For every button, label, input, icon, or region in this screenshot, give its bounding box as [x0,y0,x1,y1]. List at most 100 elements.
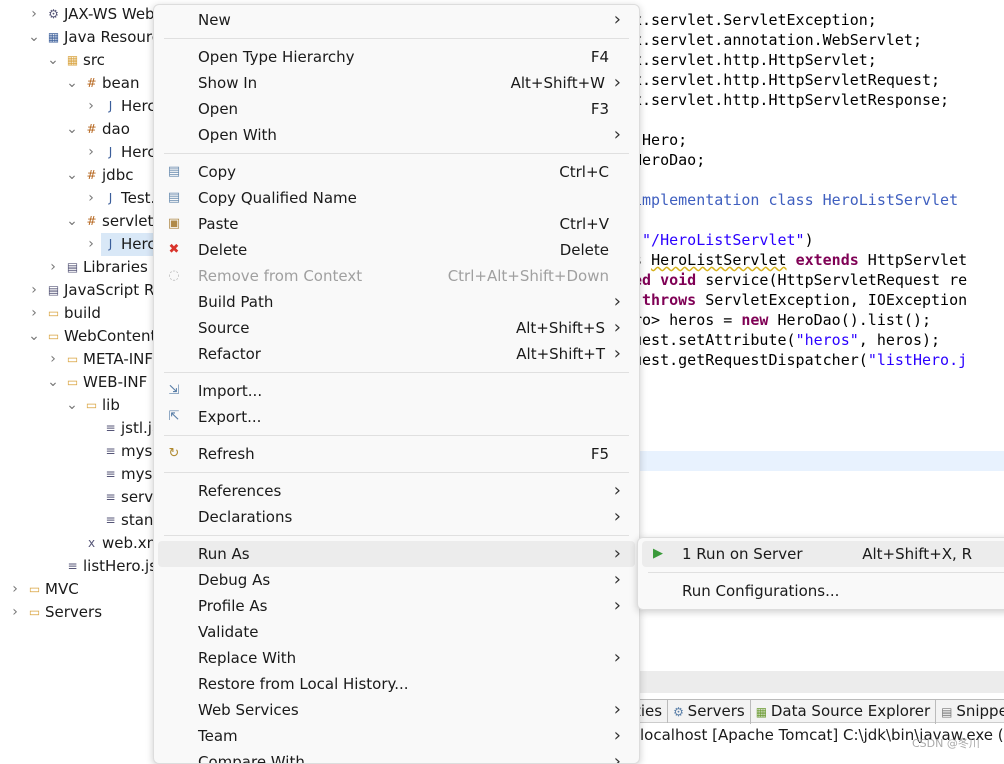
collapsed-arrow-icon[interactable]: › [85,95,97,118]
tree-item[interactable]: › ▭ build [31,302,160,325]
tree-item[interactable]: ⌄ # dao [66,118,160,141]
code-token: throws [642,291,697,309]
menu-item-declarations[interactable]: Declarations › [158,504,635,530]
collapsed-arrow-icon[interactable]: › [28,3,40,26]
collapsed-arrow-icon[interactable]: › [47,348,59,371]
refresh-icon: ↻ [168,446,180,461]
menu-item-profile-as[interactable]: Profile As › [158,593,635,619]
menu-item-refactor[interactable]: Refactor Alt+Shift+T › [158,341,635,367]
menu-item-copy[interactable]: ▤ Copy Ctrl+C [158,159,635,185]
tree-item-label: servl [121,488,158,506]
menu-item-show-in[interactable]: Show In Alt+Shift+W › [158,70,635,96]
tree-item-label: dao [102,120,130,138]
tree-item[interactable]: › ▭ Servers [12,601,160,624]
collapsed-arrow-icon[interactable]: › [85,233,97,256]
tree-item[interactable]: › ▤ Libraries [50,256,160,279]
menu-item-delete[interactable]: ✖ Delete Delete [158,237,635,263]
menu-item-copy-qualified-name[interactable]: ▤ Copy Qualified Name [158,185,635,211]
collapsed-arrow-icon[interactable]: › [28,279,40,302]
menu-item-remove-from-context: ◌ Remove from Context Ctrl+Alt+Shift+Down [158,263,635,289]
project-icon: ▭ [28,582,41,596]
menu-item-label: Replace With [198,649,297,667]
menu-item-import[interactable]: ⇲ Import... [158,378,635,404]
expanded-arrow-icon[interactable]: ⌄ [66,118,78,141]
code-token: ) [804,231,814,249]
expanded-arrow-icon[interactable]: ⌄ [66,210,78,233]
chevron-right-icon: › [613,725,621,746]
tree-item[interactable]: ⌄ # bean [66,72,160,95]
collapsed-arrow-icon[interactable]: › [85,141,97,164]
menu-item-source[interactable]: Source Alt+Shift+S › [158,315,635,341]
tree-item[interactable]: › ▤ JavaScript Re [31,279,160,302]
tree-item[interactable]: ⌄ ▭ WEB-INF [47,371,160,394]
submenu-item-label: Run Configurations... [682,582,840,600]
tree-item[interactable]: ≡ mysc [101,440,160,463]
menu-item-new[interactable]: New › [158,7,635,33]
menu-item-compare-with[interactable]: Compare With › [158,749,635,763]
menu-item-validate[interactable]: Validate [158,619,635,645]
submenu-item-run-configurations[interactable]: Run Configurations... [642,578,1004,604]
tree-item[interactable]: › ▭ MVC [12,578,160,601]
expanded-arrow-icon[interactable]: ⌄ [47,49,59,72]
tree-item[interactable]: ⌄ ▭ lib [66,394,160,417]
menu-item-export[interactable]: ⇱ Export... [158,404,635,430]
tree-item[interactable]: › J Test. [88,187,160,210]
menu-item-refresh[interactable]: ↻ Refresh F5 [158,441,635,467]
menu-item-open[interactable]: Open F3 [158,96,635,122]
menu-item-label: Open [198,100,239,118]
java-file-warning-icon: J [108,237,113,251]
menu-item-web-services[interactable]: Web Services › [158,697,635,723]
collapsed-arrow-icon[interactable]: › [9,601,21,624]
tab-servers[interactable]: ⚙ Servers [668,700,751,724]
code-line: ro> heros = new HeroDao().list(); [633,310,931,330]
menu-item-run-as[interactable]: Run As › [158,541,635,567]
menu-item-paste[interactable]: ▣ Paste Ctrl+V [158,211,635,237]
menu-item-shortcut: Alt+Shift+S [515,319,605,337]
menu-item-team[interactable]: Team › [158,723,635,749]
tree-item[interactable]: ⌄ # servlet [66,210,160,233]
tree-item[interactable]: ⌄ ▦ Java Resourc [28,26,160,49]
tree-item[interactable]: ≡ jstl.ja [101,417,160,440]
menu-item-open-type-hierarchy[interactable]: Open Type Hierarchy F4 [158,44,635,70]
tree-item[interactable]: › ⚙ JAX-WS Web [31,3,160,26]
tree-item[interactable]: ≡ mysc [101,463,160,486]
tree-item[interactable]: ≡ servl [101,486,160,509]
tree-item[interactable]: › ▭ META-INF [50,348,160,371]
tree-item[interactable]: ⌄ ▦ src [47,49,160,72]
tree-item[interactable]: ≡ stan [101,509,160,532]
tree-item[interactable]: ⌄ ▭ WebContent [28,325,160,348]
menu-item-open-with[interactable]: Open With › [158,122,635,148]
run-on-server-icon: ▶ [653,546,663,561]
collapsed-arrow-icon[interactable]: › [85,187,97,210]
submenu-item-1-run-on-server[interactable]: ▶ 1 Run on Server Alt+Shift+X, R [642,541,1004,567]
tree-item[interactable]: x web.xn [82,532,160,555]
collapsed-arrow-icon[interactable]: › [47,256,59,279]
chevron-right-icon: › [613,343,621,364]
menu-item-restore-from-local-history[interactable]: Restore from Local History... [158,671,635,697]
tab-data-source-explorer[interactable]: ▦ Data Source Explorer [751,700,937,724]
run-as-submenu: ▶ 1 Run on Server Alt+Shift+X, R Run Config… [637,537,1004,610]
menu-item-label: Web Services [198,701,299,719]
import-icon: ⇲ [168,383,180,398]
tree-item[interactable]: ⌄ # jdbc [66,164,160,187]
code-token: new [741,311,769,329]
menu-item-debug-as[interactable]: Debug As › [158,567,635,593]
expanded-arrow-icon[interactable]: ⌄ [66,394,78,417]
menu-item-references[interactable]: References › [158,478,635,504]
expanded-arrow-icon[interactable]: ⌄ [47,371,59,394]
tree-item[interactable]: › J Herc [88,233,160,256]
expanded-arrow-icon[interactable]: ⌄ [66,72,78,95]
tab-snippets[interactable]: ▤ Snippe [936,700,1004,724]
expanded-arrow-icon[interactable]: ⌄ [28,325,40,348]
chevron-right-icon: › [613,595,621,616]
menu-item-build-path[interactable]: Build Path › [158,289,635,315]
expanded-arrow-icon[interactable]: ⌄ [28,26,40,49]
collapsed-arrow-icon[interactable]: › [28,302,40,325]
collapsed-arrow-icon[interactable]: › [9,578,21,601]
expanded-arrow-icon[interactable]: ⌄ [66,164,78,187]
tree-item-label: JavaScript Re [64,281,160,299]
tree-item[interactable]: › J Herc [88,95,160,118]
tree-item[interactable]: › J Herc [88,141,160,164]
tree-item[interactable]: ≡ listHero.js [63,555,160,578]
menu-item-replace-with[interactable]: Replace With › [158,645,635,671]
